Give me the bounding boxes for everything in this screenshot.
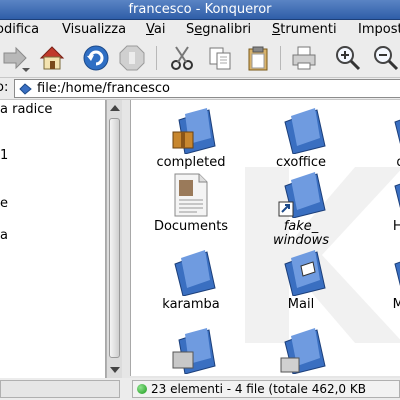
folder-location-icon: [19, 83, 32, 95]
folder-link-icon: [278, 172, 326, 218]
toolbar-separator: [156, 46, 157, 70]
folder-package-icon: [172, 328, 216, 374]
menu-bar: odifica Visualizza Vai Segnalibri Strume…: [0, 20, 400, 40]
folder-icon: [394, 261, 400, 287]
scroll-down-icon[interactable]: [110, 367, 120, 373]
sidebar-tree: a radice 1 e a: [0, 100, 106, 378]
folder-icon: [284, 108, 326, 154]
status-indicator-icon: [137, 384, 147, 394]
file-name: karamba: [162, 297, 220, 312]
sidebar-item[interactable]: e: [0, 196, 8, 211]
file-name: Documents: [153, 219, 229, 234]
file-item[interactable]: MyDo: [361, 250, 400, 312]
file-item[interactable]: karamba: [141, 250, 241, 312]
file-name: completed: [156, 155, 226, 170]
status-panel: 23 elementi - 4 file (totale 462,0 KB: [132, 380, 400, 398]
file-item[interactable]: cxoffice: [251, 108, 351, 170]
file-name: Mail: [287, 297, 315, 312]
file-item[interactable]: fake_ windows: [251, 172, 351, 248]
location-label: o:: [0, 80, 9, 95]
location-bar: o: file:/home/francesco: [0, 78, 400, 100]
reload-icon[interactable]: [82, 44, 110, 72]
copy-icon[interactable]: [206, 44, 234, 72]
file-name: MyDo: [361, 298, 400, 312]
file-name: data: [361, 156, 400, 170]
location-value: file:/home/francesco: [37, 81, 170, 96]
status-bar: 23 elementi - 4 file (totale 462,0 KB: [0, 378, 400, 400]
zoom-in-icon[interactable]: [334, 44, 362, 72]
status-left-panel: [0, 380, 120, 398]
folder-package-icon: [172, 108, 216, 154]
paste-icon[interactable]: [244, 44, 272, 72]
file-item[interactable]: [141, 328, 241, 374]
folder-icon: [394, 119, 400, 145]
folder-icon: [174, 250, 216, 296]
file-item[interactable]: [251, 328, 351, 374]
toolbar-separator: [280, 46, 281, 70]
menu-visualizza[interactable]: Visualizza: [62, 22, 126, 38]
cut-icon[interactable]: [168, 44, 196, 72]
menu-vai[interactable]: Vai: [146, 22, 165, 38]
print-icon[interactable]: [290, 44, 318, 72]
main-toolbar: [0, 40, 400, 78]
panel-splitter[interactable]: [122, 100, 130, 378]
menu-modifica[interactable]: odifica: [0, 22, 39, 38]
sidebar-item[interactable]: a: [0, 228, 8, 243]
location-input[interactable]: file:/home/francesco: [14, 79, 400, 98]
folder-icon: [394, 183, 400, 209]
file-name: fake_ windows: [272, 219, 330, 248]
folder-mail-icon: [284, 250, 326, 296]
text-document-icon: [174, 173, 208, 217]
stop-icon[interactable]: [118, 44, 146, 72]
scrollbar-thumb[interactable]: [109, 118, 120, 358]
folder-icon: [280, 328, 326, 374]
file-name: cxoffice: [275, 155, 327, 170]
file-name: HTML 0: [361, 220, 400, 248]
file-item[interactable]: Mail: [251, 250, 351, 312]
menu-strumenti[interactable]: Strumenti: [272, 22, 337, 38]
file-view: completed cxoffice data Documents: [130, 100, 400, 376]
home-icon[interactable]: [38, 44, 66, 72]
window-title-bar[interactable]: francesco - Konqueror: [0, 0, 400, 20]
forward-dropdown-icon[interactable]: [2, 44, 32, 72]
status-text: 23 elementi - 4 file (totale 462,0 KB: [151, 382, 366, 396]
menu-segnalibri[interactable]: Segnalibri: [186, 22, 251, 38]
zoom-out-icon[interactable]: [372, 44, 400, 72]
file-item[interactable]: Documents: [141, 172, 241, 234]
scroll-up-icon[interactable]: [110, 105, 120, 111]
menu-impostazioni[interactable]: Impost: [358, 22, 400, 38]
folder-link-icon: [385, 328, 400, 374]
file-item[interactable]: HTML 0: [361, 172, 400, 248]
file-item[interactable]: data: [361, 108, 400, 170]
sidebar-item-root[interactable]: a radice: [0, 102, 52, 117]
sidebar-item[interactable]: 1: [0, 148, 8, 163]
file-item[interactable]: completed: [141, 108, 241, 170]
sidebar-scrollbar[interactable]: [106, 100, 122, 378]
file-item[interactable]: [361, 328, 400, 374]
window-title: francesco - Konqueror: [128, 2, 272, 17]
